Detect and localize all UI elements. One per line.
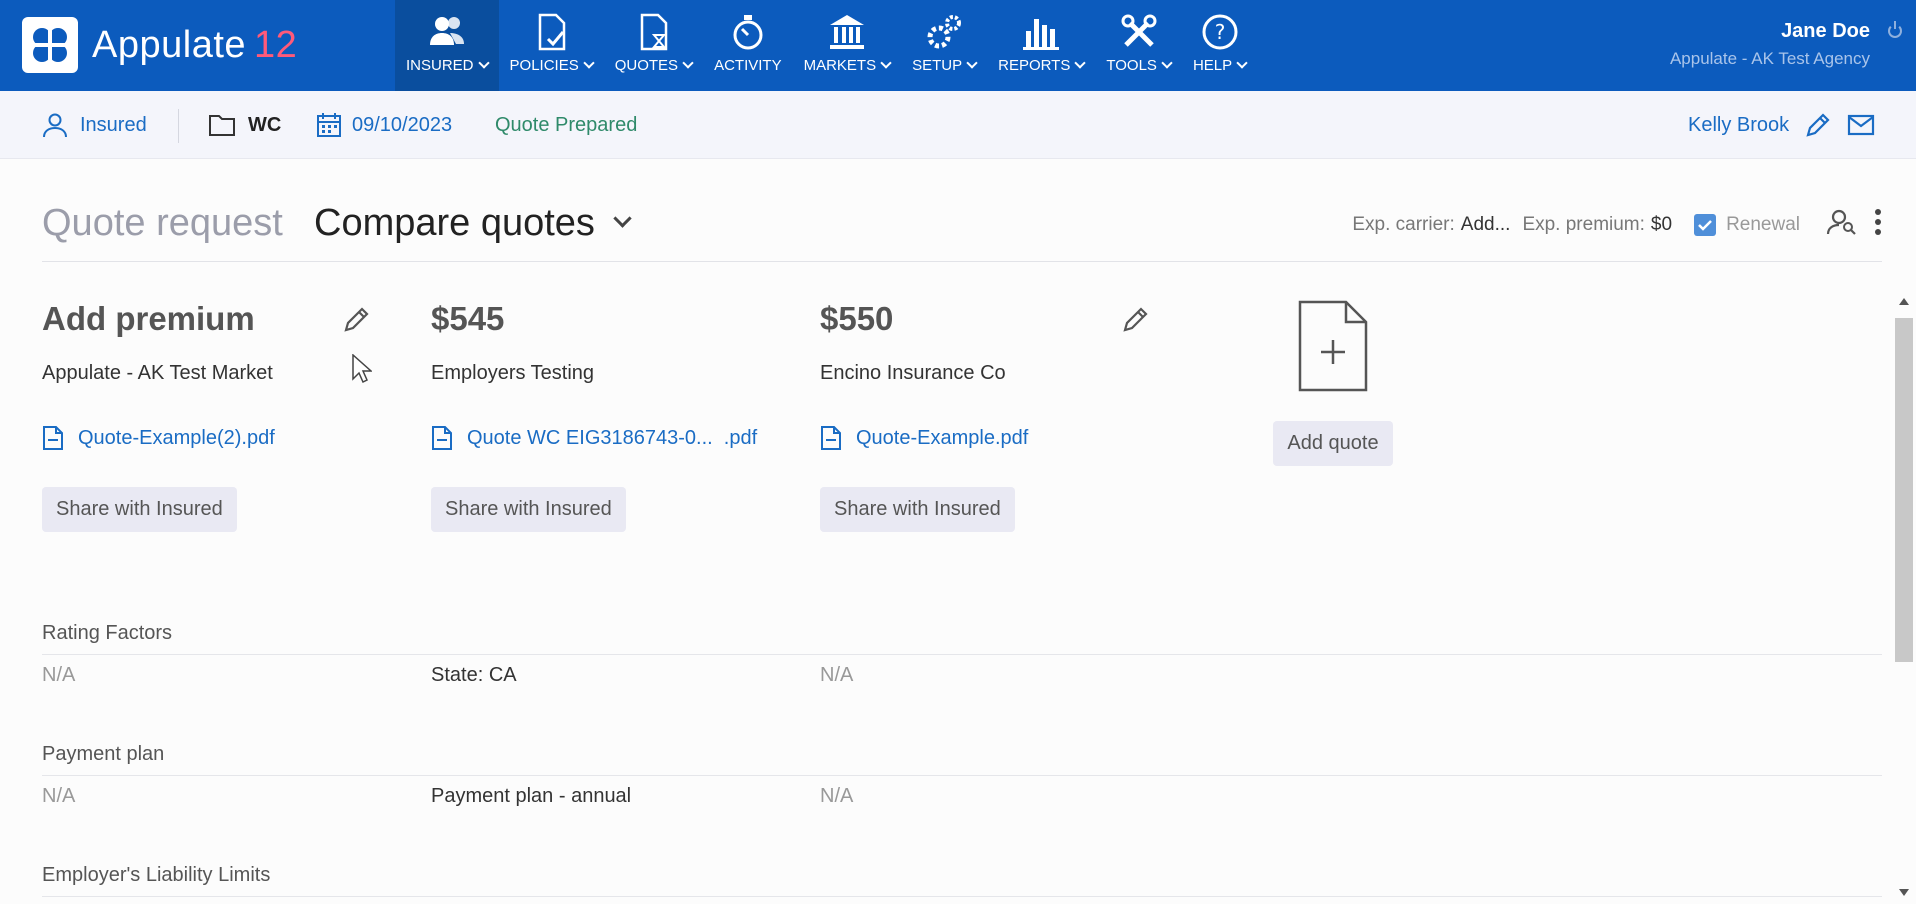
nav-insured[interactable]: INSURED: [395, 0, 499, 91]
markets-icon: [829, 15, 864, 49]
contact-link[interactable]: Kelly Brook: [1688, 91, 1789, 159]
share-with-insured-button[interactable]: Share with Insured: [431, 487, 626, 532]
vertical-scrollbar[interactable]: [1892, 290, 1916, 904]
nav-setup[interactable]: SETUP: [901, 0, 987, 91]
document-icon: [432, 426, 452, 450]
nav-activity[interactable]: ACTIVITY: [703, 0, 793, 91]
calendar-icon: [317, 113, 341, 137]
mouse-cursor-icon: [352, 354, 372, 384]
quote-file-link[interactable]: Quote-Example(2).pdf: [42, 425, 382, 451]
divider: [178, 109, 179, 143]
chevron-down-icon[interactable]: [613, 209, 632, 228]
quote-card: $550 Encino Insurance Co Quote-Example.p…: [820, 300, 1160, 532]
date-item[interactable]: 09/10/2023: [316, 91, 452, 159]
rating-factor-cell: N/A: [820, 664, 854, 686]
divider: [42, 896, 1882, 897]
pencil-icon[interactable]: [342, 304, 372, 334]
assign-user-button[interactable]: [1826, 208, 1858, 242]
scrollbar-thumb[interactable]: [1895, 318, 1913, 662]
lob-item: WC: [208, 91, 281, 159]
quote-meta: Exp. carrier: Add... Exp. premium: $0 Re…: [1352, 208, 1882, 242]
carrier-name: Appulate - AK Test Market: [42, 362, 273, 384]
user-name: Jane Doe: [1781, 20, 1870, 42]
page-header: Quote request Compare quotes Exp. carrie…: [42, 198, 1882, 262]
person-icon: [43, 113, 67, 138]
checkbox-checked-icon: [1694, 214, 1717, 236]
app-logo[interactable]: Appulate 12: [22, 16, 297, 74]
email-button[interactable]: [1847, 91, 1875, 159]
scroll-down-icon[interactable]: [1899, 889, 1909, 896]
status-text: Quote Prepared: [495, 113, 638, 136]
carrier-name: Employers Testing: [431, 362, 595, 384]
exp-carrier-value[interactable]: Add...: [1461, 214, 1511, 236]
svg-text:?: ?: [1214, 20, 1225, 44]
insured-link[interactable]: Insured: [42, 91, 147, 159]
add-quote-area: Add quote: [1269, 300, 1397, 466]
rating-factor-cell: State: CA: [431, 664, 517, 686]
edit-contact-button[interactable]: [1804, 91, 1832, 159]
quote-card: $545 Employers Testing Quote WC EIG31867…: [431, 300, 771, 532]
carrier-name: Encino Insurance Co: [820, 362, 1006, 384]
tab-quote-request[interactable]: Quote request: [42, 202, 283, 245]
quote-file-link[interactable]: Quote WC EIG3186743-0... .pdf: [431, 425, 771, 451]
scroll-up-icon[interactable]: [1899, 298, 1909, 305]
pencil-icon: [1806, 113, 1830, 137]
quotes-icon: [641, 13, 668, 51]
exp-premium-value[interactable]: $0: [1651, 214, 1672, 236]
divider: [42, 654, 1882, 655]
nav-policies[interactable]: POLICIES: [499, 0, 604, 91]
top-navigation-bar: Appulate 12 INSURED POLICIES QUOTES ACTIV…: [0, 0, 1916, 91]
activity-icon: [733, 15, 763, 50]
tab-compare-quotes[interactable]: Compare quotes: [314, 202, 595, 245]
premium-value: $550: [820, 300, 894, 337]
user-agency: Appulate - AK Test Agency: [1669, 49, 1870, 68]
payment-plan-cell: N/A: [42, 785, 76, 807]
share-with-insured-button[interactable]: Share with Insured: [820, 487, 1015, 532]
help-icon: ?: [1202, 14, 1238, 50]
tools-icon: [1121, 14, 1157, 47]
envelope-icon: [1847, 114, 1875, 136]
pencil-icon[interactable]: [1121, 304, 1151, 334]
folder-icon: [209, 115, 235, 136]
payment-plan-cell: Payment plan - annual: [431, 785, 632, 807]
user-search-icon: [1826, 209, 1856, 235]
main-nav: INSURED POLICIES QUOTES ACTIVITY MARKETS…: [395, 0, 1257, 91]
section-title: Payment plan: [42, 743, 165, 765]
section-title: Rating Factors: [42, 622, 173, 644]
reports-icon: [1023, 19, 1060, 50]
power-icon[interactable]: [1888, 21, 1902, 38]
user-menu[interactable]: Jane Doe Appulate - AK Test Agency: [1670, 20, 1870, 69]
nav-quotes[interactable]: QUOTES: [604, 0, 703, 91]
section-title: Employer's Liability Limits: [42, 864, 271, 886]
quote-file-link[interactable]: Quote-Example.pdf: [820, 425, 1160, 451]
nav-markets[interactable]: MARKETS: [793, 0, 902, 91]
nav-reports[interactable]: REPORTS: [987, 0, 1095, 91]
nav-tools[interactable]: TOOLS: [1095, 0, 1182, 91]
premium-value[interactable]: Add premium: [42, 300, 382, 338]
kebab-menu-icon: [1875, 209, 1881, 235]
nav-help[interactable]: ? HELP: [1182, 0, 1257, 91]
payment-plan-cell: N/A: [820, 785, 854, 807]
renewal-checkbox[interactable]: Renewal: [1694, 214, 1800, 236]
quote-card: Add premium Appulate - AK Test Market Qu…: [42, 300, 382, 532]
more-options-button[interactable]: [1874, 208, 1882, 242]
divider: [42, 775, 1882, 776]
document-icon: [43, 426, 63, 450]
clover-logo-icon: [22, 17, 78, 73]
share-with-insured-button[interactable]: Share with Insured: [42, 487, 237, 532]
policies-icon: [538, 13, 566, 51]
insured-icon: [429, 17, 464, 45]
rating-factor-cell: N/A: [42, 664, 76, 686]
app-name: Appulate 12: [92, 23, 298, 66]
setup-icon: [927, 15, 962, 49]
add-quote-button[interactable]: Add quote: [1273, 421, 1393, 466]
add-document-icon[interactable]: [1298, 300, 1368, 392]
context-bar: Insured WC 09/10/2023 Quote Prepared Kel…: [0, 91, 1916, 159]
premium-value: $545: [431, 300, 505, 337]
document-icon: [821, 426, 841, 450]
